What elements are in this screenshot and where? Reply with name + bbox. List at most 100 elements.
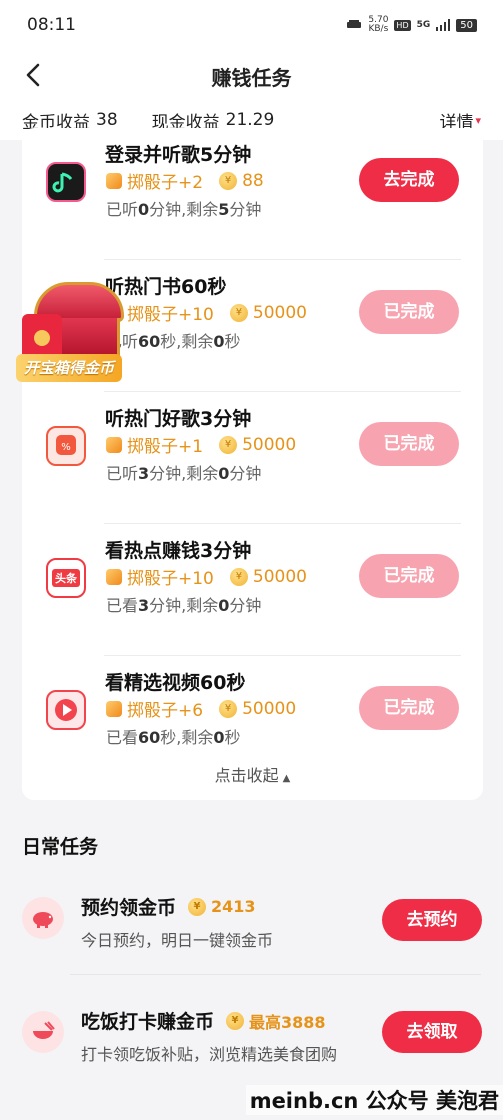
dice-reward: 掷骰子+10 <box>127 569 214 589</box>
task-reward: 掷骰子+2 ¥ 88 <box>106 168 264 193</box>
coin-icon: ¥ <box>219 699 238 718</box>
network-label: 5G <box>416 20 431 30</box>
coin-reward: 50000 <box>242 698 297 719</box>
page-title: 赚钱任务 <box>211 66 292 90</box>
progress-done: 60 <box>138 332 161 351</box>
coin-icon: ¥ <box>229 567 248 586</box>
coin-reward: 88 <box>242 170 264 191</box>
status-indicators: 5.70 KB/s HD 5G 50 <box>346 16 477 34</box>
dice-reward: 掷骰子+6 <box>127 701 204 721</box>
task-row: % 听热门好歌3分钟 掷骰子+1 ¥ 50000 已听3分钟,剩余0分钟 已完成 <box>22 392 483 524</box>
progress-done: 60 <box>138 728 161 747</box>
task-title: 看精选视频60秒 <box>105 672 246 694</box>
coin-reward: 50000 <box>252 566 307 587</box>
earn-task-card: 登录并听歌5分钟 掷骰子+2 ¥ 88 已听0分钟,剩余5分钟 去完成 听热门书… <box>22 128 483 800</box>
task-completed-button[interactable]: 已完成 <box>359 422 459 466</box>
task-progress: 已听0分钟,剩余5分钟 <box>106 196 261 220</box>
song-app-icon: % <box>46 426 86 466</box>
status-time: 08:11 <box>27 15 76 35</box>
coin-icon: ¥ <box>229 303 248 322</box>
coin-icon: ¥ <box>219 171 238 190</box>
dice-reward: 掷骰子+10 <box>127 305 214 325</box>
dice-reward: 掷骰子+2 <box>127 173 204 193</box>
task-reward: 掷骰子+6 ¥ 50000 <box>106 696 296 721</box>
task-reward: 掷骰子+1 ¥ 50000 <box>106 432 296 457</box>
battery-indicator: 50 <box>456 18 477 32</box>
progress-left: 0 <box>213 332 225 351</box>
daily-reward: 最高3888 <box>249 1012 326 1032</box>
daily-task-row: 预约领金币 ¥ 2413 今日预约，明日一键领金币 去预约 <box>0 865 503 975</box>
chevron-up-icon: ▲ <box>282 773 291 784</box>
progress-suffix: 秒 <box>224 728 241 747</box>
collapse-link[interactable]: 点击收起 ▲ <box>22 762 483 786</box>
progress-suffix: 分钟 <box>229 596 262 615</box>
video-app-icon <box>46 690 86 730</box>
task-title: 看热点赚钱3分钟 <box>105 540 252 562</box>
svg-text:%: % <box>61 442 71 453</box>
daily-task-title: 吃饭打卡赚金币 ¥ 最高3888 <box>81 1007 326 1034</box>
task-progress: 已看60秒,剩余0秒 <box>106 724 241 748</box>
progress-mid: 分钟,剩余 <box>149 200 219 219</box>
daily-task-subtitle: 打卡领吃饭补贴，浏览精选美食团购 <box>81 1045 338 1064</box>
daily-title-text: 预约领金币 <box>81 897 177 919</box>
progress-mid: 秒,剩余 <box>160 332 214 351</box>
coin-icon: ¥ <box>226 1011 245 1030</box>
daily-title-text: 吃饭打卡赚金币 <box>81 1011 215 1033</box>
daily-task-subtitle: 今日预约，明日一键领金币 <box>81 931 274 950</box>
dice-icon <box>106 700 122 717</box>
progress-left: 5 <box>218 200 230 219</box>
piggy-bank-icon <box>22 897 64 939</box>
collapse-label: 点击收起 <box>214 766 279 785</box>
toutiao-app-icon: 头条 <box>46 558 86 598</box>
coin-reward: 50000 <box>242 434 297 455</box>
progress-suffix: 秒 <box>224 332 241 351</box>
task-go-button[interactable]: 去完成 <box>359 158 459 202</box>
daily-tasks-header: 日常任务 <box>22 836 99 858</box>
dice-reward: 掷骰子+1 <box>127 437 204 457</box>
daily-task-row: 吃饭打卡赚金币 ¥ 最高3888 打卡领吃饭补贴，浏览精选美食团购 去领取 <box>0 975 503 1085</box>
dice-icon <box>106 568 122 585</box>
reserve-button[interactable]: 去预约 <box>382 899 482 941</box>
watermark: meinb.cn 公众号 美泡君 <box>245 1085 503 1115</box>
task-row: 头条 看热点赚钱3分钟 掷骰子+10 ¥ 50000 已看3分钟,剩余0分钟 已… <box>22 524 483 656</box>
progress-left: 0 <box>218 596 230 615</box>
chest-label: 开宝箱得金币 <box>16 354 123 382</box>
dice-icon <box>106 172 122 189</box>
coin-earnings-value: 38 <box>96 110 118 130</box>
dice-icon <box>106 436 122 453</box>
task-completed-button[interactable]: 已完成 <box>359 686 459 730</box>
nav-bar: 赚钱任务 <box>0 50 503 100</box>
progress-prefix: 已听 <box>106 464 139 483</box>
coin-reward: 50000 <box>252 302 307 323</box>
task-progress: 已听3分钟,剩余0分钟 <box>106 460 261 484</box>
music-app-icon <box>46 162 86 202</box>
task-title: 登录并听歌5分钟 <box>105 144 252 166</box>
speed-unit: KB/s <box>368 24 389 34</box>
signal-icon <box>436 19 451 31</box>
progress-done: 0 <box>138 200 150 219</box>
progress-done: 3 <box>138 596 150 615</box>
progress-mid: 分钟,剩余 <box>149 464 219 483</box>
claim-button[interactable]: 去领取 <box>382 1011 482 1053</box>
coin-icon: ¥ <box>188 897 207 916</box>
cash-earnings-value: 21.29 <box>225 110 275 130</box>
toutiao-icon-text: 头条 <box>52 569 80 587</box>
task-completed-button[interactable]: 已完成 <box>359 290 459 334</box>
coin-icon: ¥ <box>219 435 238 454</box>
daily-reward: 2413 <box>211 897 256 916</box>
daily-task-title: 预约领金币 ¥ 2413 <box>81 893 256 920</box>
task-completed-button[interactable]: 已完成 <box>359 554 459 598</box>
task-reward: 掷骰子+10 ¥ 50000 <box>106 564 307 589</box>
network-speed: 5.70 KB/s <box>368 16 388 34</box>
progress-done: 3 <box>138 464 150 483</box>
task-title: 听热门好歌3分钟 <box>105 408 252 430</box>
progress-left: 0 <box>218 464 230 483</box>
progress-mid: 秒,剩余 <box>160 728 214 747</box>
progress-suffix: 分钟 <box>229 464 262 483</box>
progress-left: 0 <box>213 728 225 747</box>
progress-mid: 分钟,剩余 <box>149 596 219 615</box>
treasure-chest-widget[interactable]: 开宝箱得金币 <box>16 268 140 384</box>
task-progress: 已看3分钟,剩余0分钟 <box>106 592 261 616</box>
progress-prefix: 已听 <box>106 200 139 219</box>
status-bar: 08:11 5.70 KB/s HD 5G 50 <box>0 0 503 50</box>
